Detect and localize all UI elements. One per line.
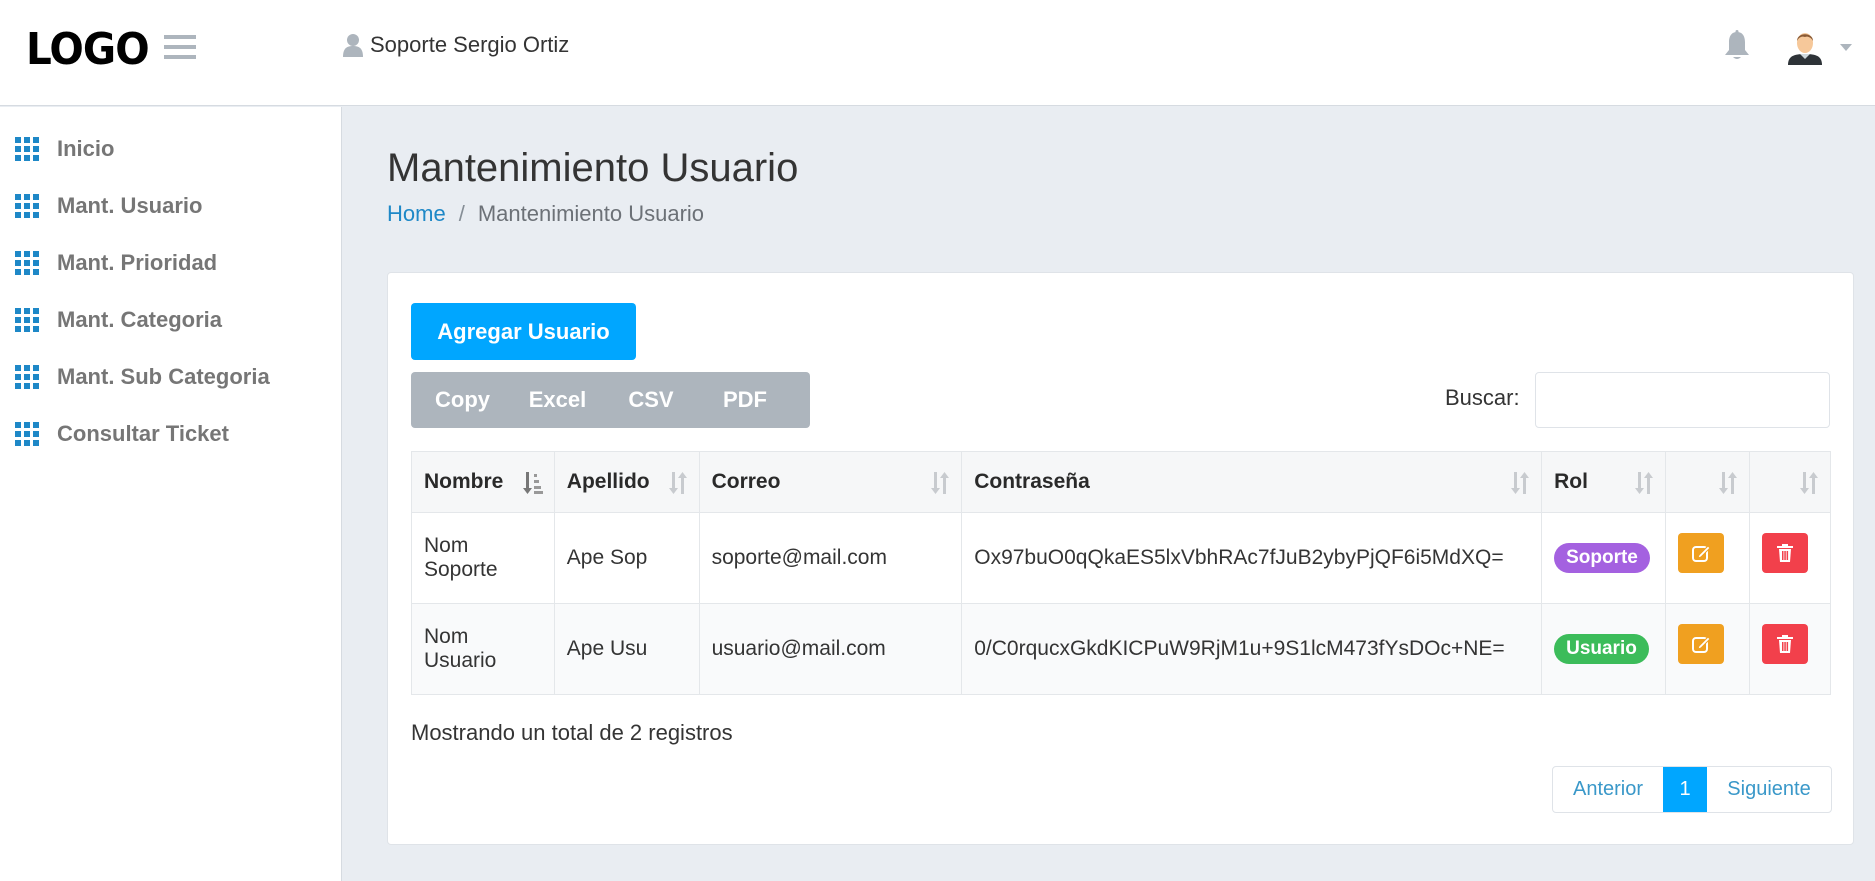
breadcrumb-current: Mantenimiento Usuario	[477, 201, 705, 226]
excel-button[interactable]: Excel	[514, 372, 601, 428]
column-header-apellido[interactable]: Apellido	[553, 451, 700, 513]
pagination-next[interactable]: Siguiente	[1707, 767, 1831, 812]
sidebar: Inicio Mant. Usuario Mant. Prioridad Man…	[0, 107, 342, 881]
sidebar-item-mant-prioridad[interactable]: Mant. Prioridad	[0, 243, 340, 283]
bell-icon[interactable]	[1722, 30, 1752, 62]
trash-icon	[1776, 635, 1793, 653]
sort-asc-icon	[522, 472, 543, 494]
edit-button[interactable]	[1678, 624, 1725, 664]
column-header-edit[interactable]	[1665, 451, 1750, 513]
sort-both-icon	[1635, 472, 1654, 494]
cell-rol: Soporte	[1541, 512, 1667, 604]
grid-icon	[15, 308, 39, 332]
column-label: Nombre	[424, 470, 504, 493]
column-header-nombre[interactable]: Nombre	[411, 451, 555, 513]
column-header-correo[interactable]: Correo	[698, 451, 963, 513]
sort-both-icon	[668, 472, 687, 494]
sidebar-item-label: Inicio	[57, 136, 115, 161]
column-label: Contraseña	[974, 470, 1090, 493]
sidebar-item-consultar-ticket[interactable]: Consultar Ticket	[0, 414, 340, 454]
role-badge: Soporte	[1554, 543, 1650, 573]
cell-edit	[1665, 603, 1750, 695]
column-label: Rol	[1554, 470, 1588, 493]
table-info: Mostrando un total de 2 registros	[411, 720, 733, 745]
users-table: Nombre Apellido Correo Contraseña Rol No…	[411, 451, 1832, 695]
edit-button[interactable]	[1678, 533, 1725, 573]
page-title: Mantenimiento Usuario	[387, 146, 799, 190]
sidebar-item-label: Mant. Usuario	[57, 193, 203, 218]
csv-button[interactable]: CSV	[601, 372, 701, 428]
sidebar-item-mant-categoria[interactable]: Mant. Categoria	[0, 300, 340, 340]
pagination: Anterior 1 Siguiente	[1552, 766, 1832, 813]
sort-both-icon	[931, 472, 950, 494]
sidebar-item-inicio[interactable]: Inicio	[0, 129, 340, 169]
cell-correo: usuario@mail.com	[698, 603, 963, 695]
sidebar-item-mant-usuario[interactable]: Mant. Usuario	[0, 186, 340, 226]
cell-contrasena: Ox97buO0qQkaES5lxVbhRAc7fJuB2ybyPjQF6i5M…	[961, 512, 1543, 604]
search-input[interactable]	[1535, 372, 1830, 428]
cell-edit	[1665, 512, 1750, 604]
export-button-group: Copy Excel CSV PDF	[411, 372, 810, 428]
users-card: Agregar Usuario Copy Excel CSV PDF Busca…	[387, 272, 1854, 845]
sidebar-item-mant-sub-categoria[interactable]: Mant. Sub Categoria	[0, 357, 340, 397]
sidebar-item-label: Mant. Categoria	[57, 307, 223, 332]
cell-contrasena: 0/C0rqucxGkdKICPuW9RjM1u+9S1lcM473fYsDOc…	[961, 603, 1543, 695]
sort-both-icon	[1511, 472, 1530, 494]
add-user-button[interactable]: Agregar Usuario	[411, 303, 636, 360]
delete-button[interactable]	[1761, 533, 1808, 573]
breadcrumb: Home / Mantenimiento Usuario	[387, 201, 704, 227]
column-label: Apellido	[566, 470, 650, 493]
edit-icon	[1692, 636, 1711, 653]
current-user: Soporte Sergio Ortiz	[342, 32, 569, 58]
avatar-icon[interactable]	[1786, 28, 1824, 66]
column-header-delete[interactable]	[1748, 451, 1832, 513]
grid-icon	[15, 194, 39, 218]
cell-rol: Usuario	[1541, 603, 1667, 695]
cell-delete	[1748, 512, 1832, 604]
column-header-rol[interactable]: Rol	[1541, 451, 1667, 513]
grid-icon	[15, 137, 39, 161]
sort-both-icon	[1800, 472, 1818, 494]
sidebar-item-label: Consultar Ticket	[57, 421, 229, 446]
table-header-row: Nombre Apellido Correo Contraseña Rol	[411, 451, 1832, 513]
sidebar-item-label: Mant. Prioridad	[57, 250, 218, 275]
pdf-button[interactable]: PDF	[701, 372, 789, 428]
pagination-page-1[interactable]: 1	[1663, 767, 1707, 812]
user-name: Soporte Sergio Ortiz	[370, 32, 570, 57]
role-badge: Usuario	[1554, 634, 1649, 664]
user-silhouette-icon	[343, 34, 363, 57]
grid-icon	[15, 422, 39, 446]
cell-delete	[1748, 603, 1832, 695]
delete-button[interactable]	[1761, 624, 1808, 664]
hamburger-icon[interactable]	[164, 35, 196, 61]
sort-both-icon	[1718, 472, 1737, 494]
cell-apellido: Ape Usu	[553, 603, 700, 695]
cell-nombre: Nom Soporte	[411, 512, 555, 604]
sidebar-item-label: Mant. Sub Categoria	[57, 364, 270, 389]
pagination-prev[interactable]: Anterior	[1553, 767, 1663, 812]
cell-apellido: Ape Sop	[553, 512, 700, 604]
column-header-contrasena[interactable]: Contraseña	[961, 451, 1543, 513]
breadcrumb-separator: /	[458, 201, 465, 226]
cell-nombre: Nom Usuario	[411, 603, 555, 695]
table-row: Nom Usuario Ape Usu usuario@mail.com 0/C…	[411, 603, 1832, 695]
breadcrumb-home-link[interactable]: Home	[387, 201, 446, 227]
table-row: Nom Soporte Ape Sop soporte@mail.com Ox9…	[411, 512, 1832, 604]
edit-icon	[1692, 545, 1711, 562]
grid-icon	[15, 365, 39, 389]
logo[interactable]: LOGO	[26, 24, 150, 76]
cell-correo: soporte@mail.com	[698, 512, 963, 604]
top-header: LOGO Soporte Sergio Ortiz	[0, 0, 1875, 106]
trash-icon	[1776, 544, 1793, 562]
grid-icon	[15, 251, 39, 275]
search-label: Buscar:	[1445, 385, 1520, 410]
caret-down-icon[interactable]	[1840, 44, 1852, 51]
column-label: Correo	[711, 470, 781, 493]
copy-button[interactable]: Copy	[411, 372, 514, 428]
